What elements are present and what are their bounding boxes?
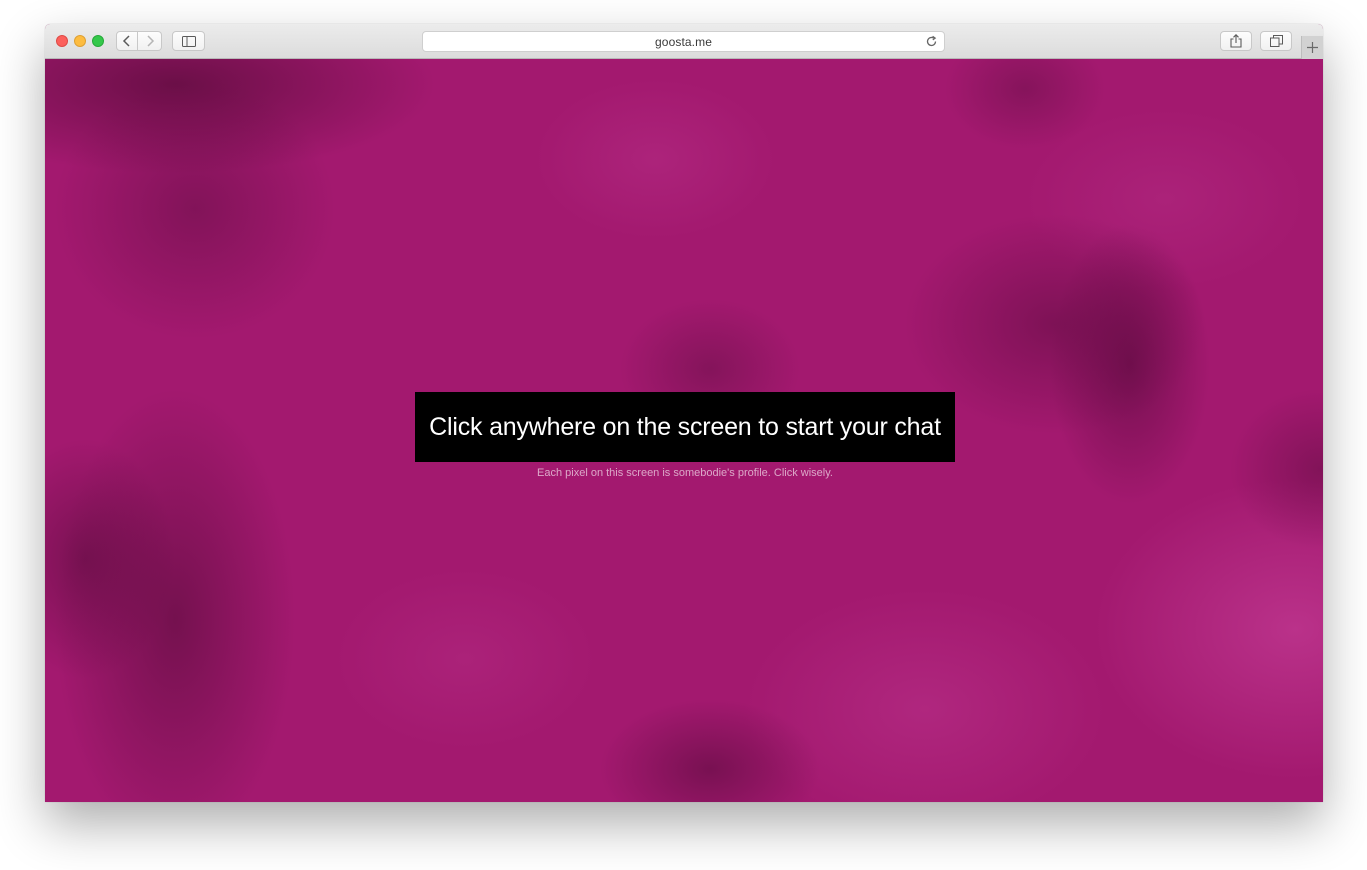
- sidebar-button[interactable]: [172, 31, 205, 51]
- maximize-window-button[interactable]: [92, 35, 104, 47]
- browser-window: goosta.me Click anywhere on the screen t…: [45, 24, 1323, 802]
- tabs-overview-icon: [1269, 35, 1283, 47]
- hint-text: Each pixel on this screen is somebodie's…: [537, 467, 833, 479]
- plus-icon: [1307, 42, 1318, 53]
- forward-button[interactable]: [138, 31, 162, 51]
- new-tab-button[interactable]: [1301, 36, 1323, 59]
- share-button[interactable]: [1220, 31, 1252, 51]
- start-chat-banner[interactable]: Click anywhere on the screen to start yo…: [415, 392, 955, 462]
- url-text: goosta.me: [655, 34, 712, 49]
- sidebar-icon: [181, 35, 196, 47]
- share-icon: [1230, 34, 1242, 48]
- minimize-window-button[interactable]: [74, 35, 86, 47]
- pixel-profile-canvas[interactable]: Click anywhere on the screen to start yo…: [45, 59, 1323, 802]
- chevron-left-icon: [122, 35, 130, 47]
- start-chat-text: Click anywhere on the screen to start yo…: [429, 412, 941, 441]
- reload-icon[interactable]: [925, 35, 938, 48]
- tabs-overview-button[interactable]: [1260, 31, 1292, 51]
- address-bar[interactable]: goosta.me: [422, 31, 945, 52]
- browser-toolbar: goosta.me: [45, 24, 1323, 59]
- back-button[interactable]: [116, 31, 138, 51]
- close-window-button[interactable]: [56, 35, 68, 47]
- chevron-right-icon: [146, 35, 154, 47]
